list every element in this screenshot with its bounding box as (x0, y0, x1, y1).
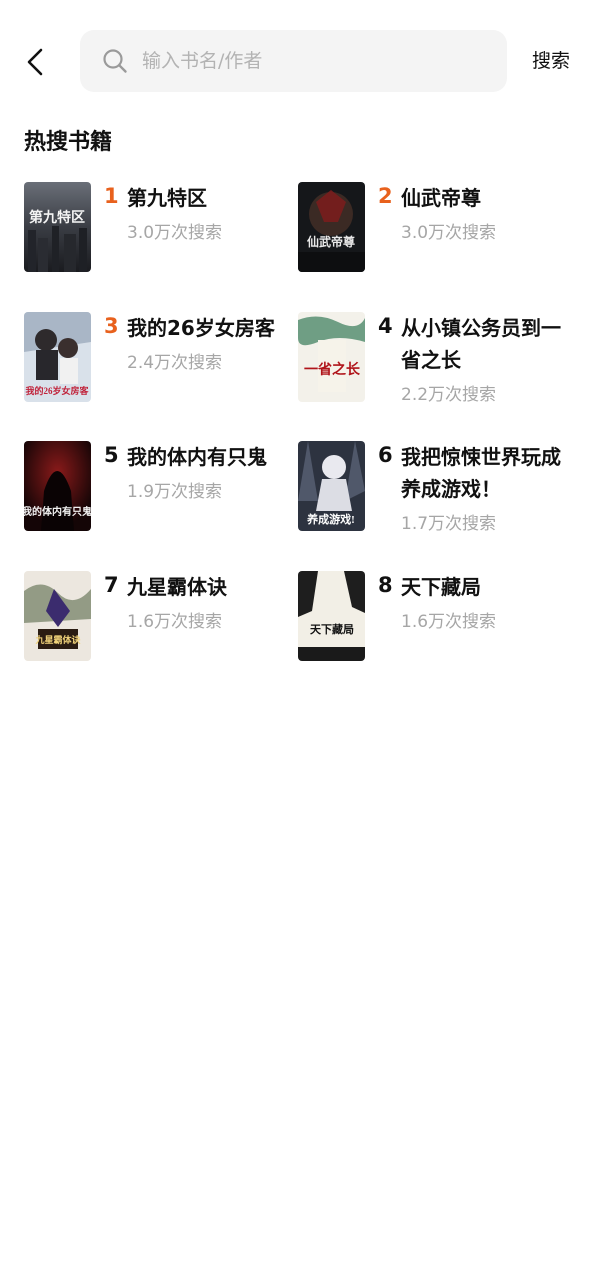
book-cover[interactable]: 九星霸体诀 (24, 571, 91, 661)
book-cover[interactable]: 我的26岁女房客 (24, 312, 91, 402)
search-page: 搜索 热搜书籍 第九特区 (0, 0, 594, 1280)
rank-number: 5 (104, 443, 119, 467)
book-title: 九星霸体诀 (127, 575, 227, 599)
rank-number: 8 (378, 573, 393, 597)
book-item[interactable]: 第九特区 1 第九特区 3.0万次搜索 (24, 182, 294, 282)
cover-title: 一省之长 (304, 361, 361, 378)
book-item[interactable]: 我的26岁女房客 3 我的26岁女房客 2.4万次搜索 (24, 312, 294, 412)
back-button[interactable] (14, 40, 58, 84)
cover-title: 我的体内有只鬼 (24, 505, 91, 518)
cover-title: 仙武帝尊 (307, 234, 355, 249)
cover-title: 第九特区 (29, 209, 85, 226)
book-title: 我的体内有只鬼 (127, 445, 267, 469)
search-icon (103, 49, 127, 73)
search-count: 1.7万次搜索 (401, 514, 497, 534)
cover-title: 天下藏局 (310, 622, 354, 636)
rank-number: 2 (378, 184, 393, 208)
book-title: 我的26岁女房客 (127, 316, 275, 340)
book-cover[interactable]: 天下藏局 (298, 571, 365, 661)
search-button[interactable]: 搜索 (525, 46, 577, 76)
cover-title: 九星霸体诀 (34, 634, 81, 645)
book-cover[interactable]: 一省之长 (298, 312, 365, 402)
section-title: 热搜书籍 (24, 130, 113, 155)
rank-number: 4 (378, 314, 393, 338)
search-box[interactable] (80, 30, 507, 92)
rank-number: 6 (378, 443, 393, 467)
search-count: 3.0万次搜索 (127, 223, 223, 243)
book-cover[interactable]: 仙武帝尊 (298, 182, 365, 272)
book-title: 从小镇公务员到一省之长 (401, 316, 561, 372)
book-item[interactable]: 九星霸体诀 7 九星霸体诀 1.6万次搜索 (24, 571, 294, 671)
search-count: 3.0万次搜索 (401, 223, 497, 243)
search-count: 2.4万次搜索 (127, 353, 223, 373)
chevron-left-icon (27, 48, 43, 76)
search-input[interactable] (142, 50, 482, 72)
book-title: 第九特区 (127, 186, 207, 210)
book-item[interactable]: 我的体内有只鬼 5 我的体内有只鬼 1.9万次搜索 (24, 441, 294, 541)
book-title: 仙武帝尊 (401, 186, 481, 210)
cover-title: 养成游戏! (306, 512, 355, 526)
book-cover[interactable]: 第九特区 (24, 182, 91, 272)
search-count: 1.6万次搜索 (401, 612, 497, 632)
search-count: 1.9万次搜索 (127, 482, 223, 502)
book-item[interactable]: 天下藏局 8 天下藏局 1.6万次搜索 (298, 571, 568, 671)
search-count: 2.2万次搜索 (401, 385, 497, 405)
book-item[interactable]: 一省之长 4 从小镇公务员到一省之长 2.2万次搜索 (298, 312, 568, 412)
rank-number: 3 (104, 314, 119, 338)
book-item[interactable]: 仙武帝尊 2 仙武帝尊 3.0万次搜索 (298, 182, 568, 282)
cover-title: 我的26岁女房客 (25, 385, 89, 396)
book-item[interactable]: 养成游戏! 6 我把惊悚世界玩成养成游戏！ 1.7万次搜索 (298, 441, 568, 541)
rank-number: 1 (104, 184, 119, 208)
search-count: 1.6万次搜索 (127, 612, 223, 632)
book-cover[interactable]: 养成游戏! (298, 441, 365, 531)
top-bar: 搜索 (0, 0, 594, 120)
book-title: 天下藏局 (401, 575, 481, 599)
book-title: 我把惊悚世界玩成养成游戏！ (401, 445, 561, 501)
book-cover[interactable]: 我的体内有只鬼 (24, 441, 91, 531)
rank-number: 7 (104, 573, 119, 597)
